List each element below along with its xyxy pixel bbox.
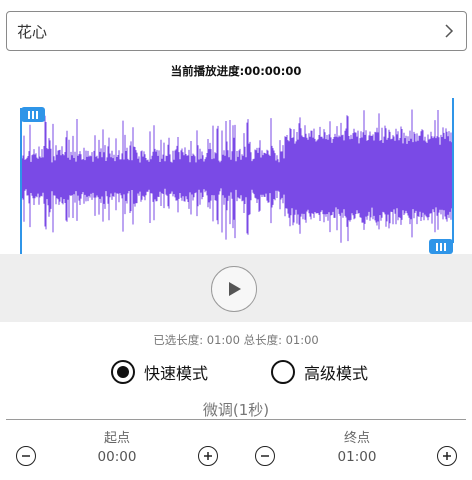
waveform xyxy=(20,98,454,254)
advanced-mode-radio[interactable] xyxy=(271,360,295,384)
plus-icon xyxy=(443,452,451,460)
waveform-trace xyxy=(20,109,454,243)
plus-icon xyxy=(204,452,212,460)
start-time-value: 00:00 xyxy=(97,449,137,465)
start-increase-button[interactable] xyxy=(198,446,218,466)
end-decrease-button[interactable] xyxy=(255,446,275,466)
minus-icon xyxy=(22,455,30,457)
minus-icon xyxy=(261,455,269,457)
advanced-mode-option[interactable]: 高级模式 xyxy=(271,358,368,386)
end-time-value: 01:00 xyxy=(337,449,377,465)
divider xyxy=(6,419,466,420)
start-decrease-button[interactable] xyxy=(16,446,36,466)
play-icon xyxy=(229,282,241,296)
playback-progress: 当前播放进度:00:00:00 xyxy=(170,64,302,78)
end-increase-button[interactable] xyxy=(437,446,457,466)
song-selector[interactable]: 花心 xyxy=(6,11,467,51)
end-point-label: 终点 xyxy=(343,431,370,446)
fine-tune-title: 微调(1秒) xyxy=(202,401,270,419)
advanced-mode-label: 高级模式 xyxy=(304,364,369,383)
fast-mode-radio[interactable] xyxy=(111,360,135,384)
play-button[interactable] xyxy=(211,266,257,312)
start-point-label: 起点 xyxy=(103,431,130,446)
fast-mode-label: 快速模式 xyxy=(144,364,209,383)
song-name: 花心 xyxy=(17,22,48,41)
selection-start-handle[interactable] xyxy=(21,107,45,122)
waveform-panel[interactable] xyxy=(0,98,472,254)
selection-length: 已选长度: 01:00 总长度: 01:00 xyxy=(153,333,319,347)
chevron-right-icon xyxy=(445,24,454,38)
selection-end-handle[interactable] xyxy=(429,239,453,254)
fast-mode-option[interactable]: 快速模式 xyxy=(111,358,208,386)
